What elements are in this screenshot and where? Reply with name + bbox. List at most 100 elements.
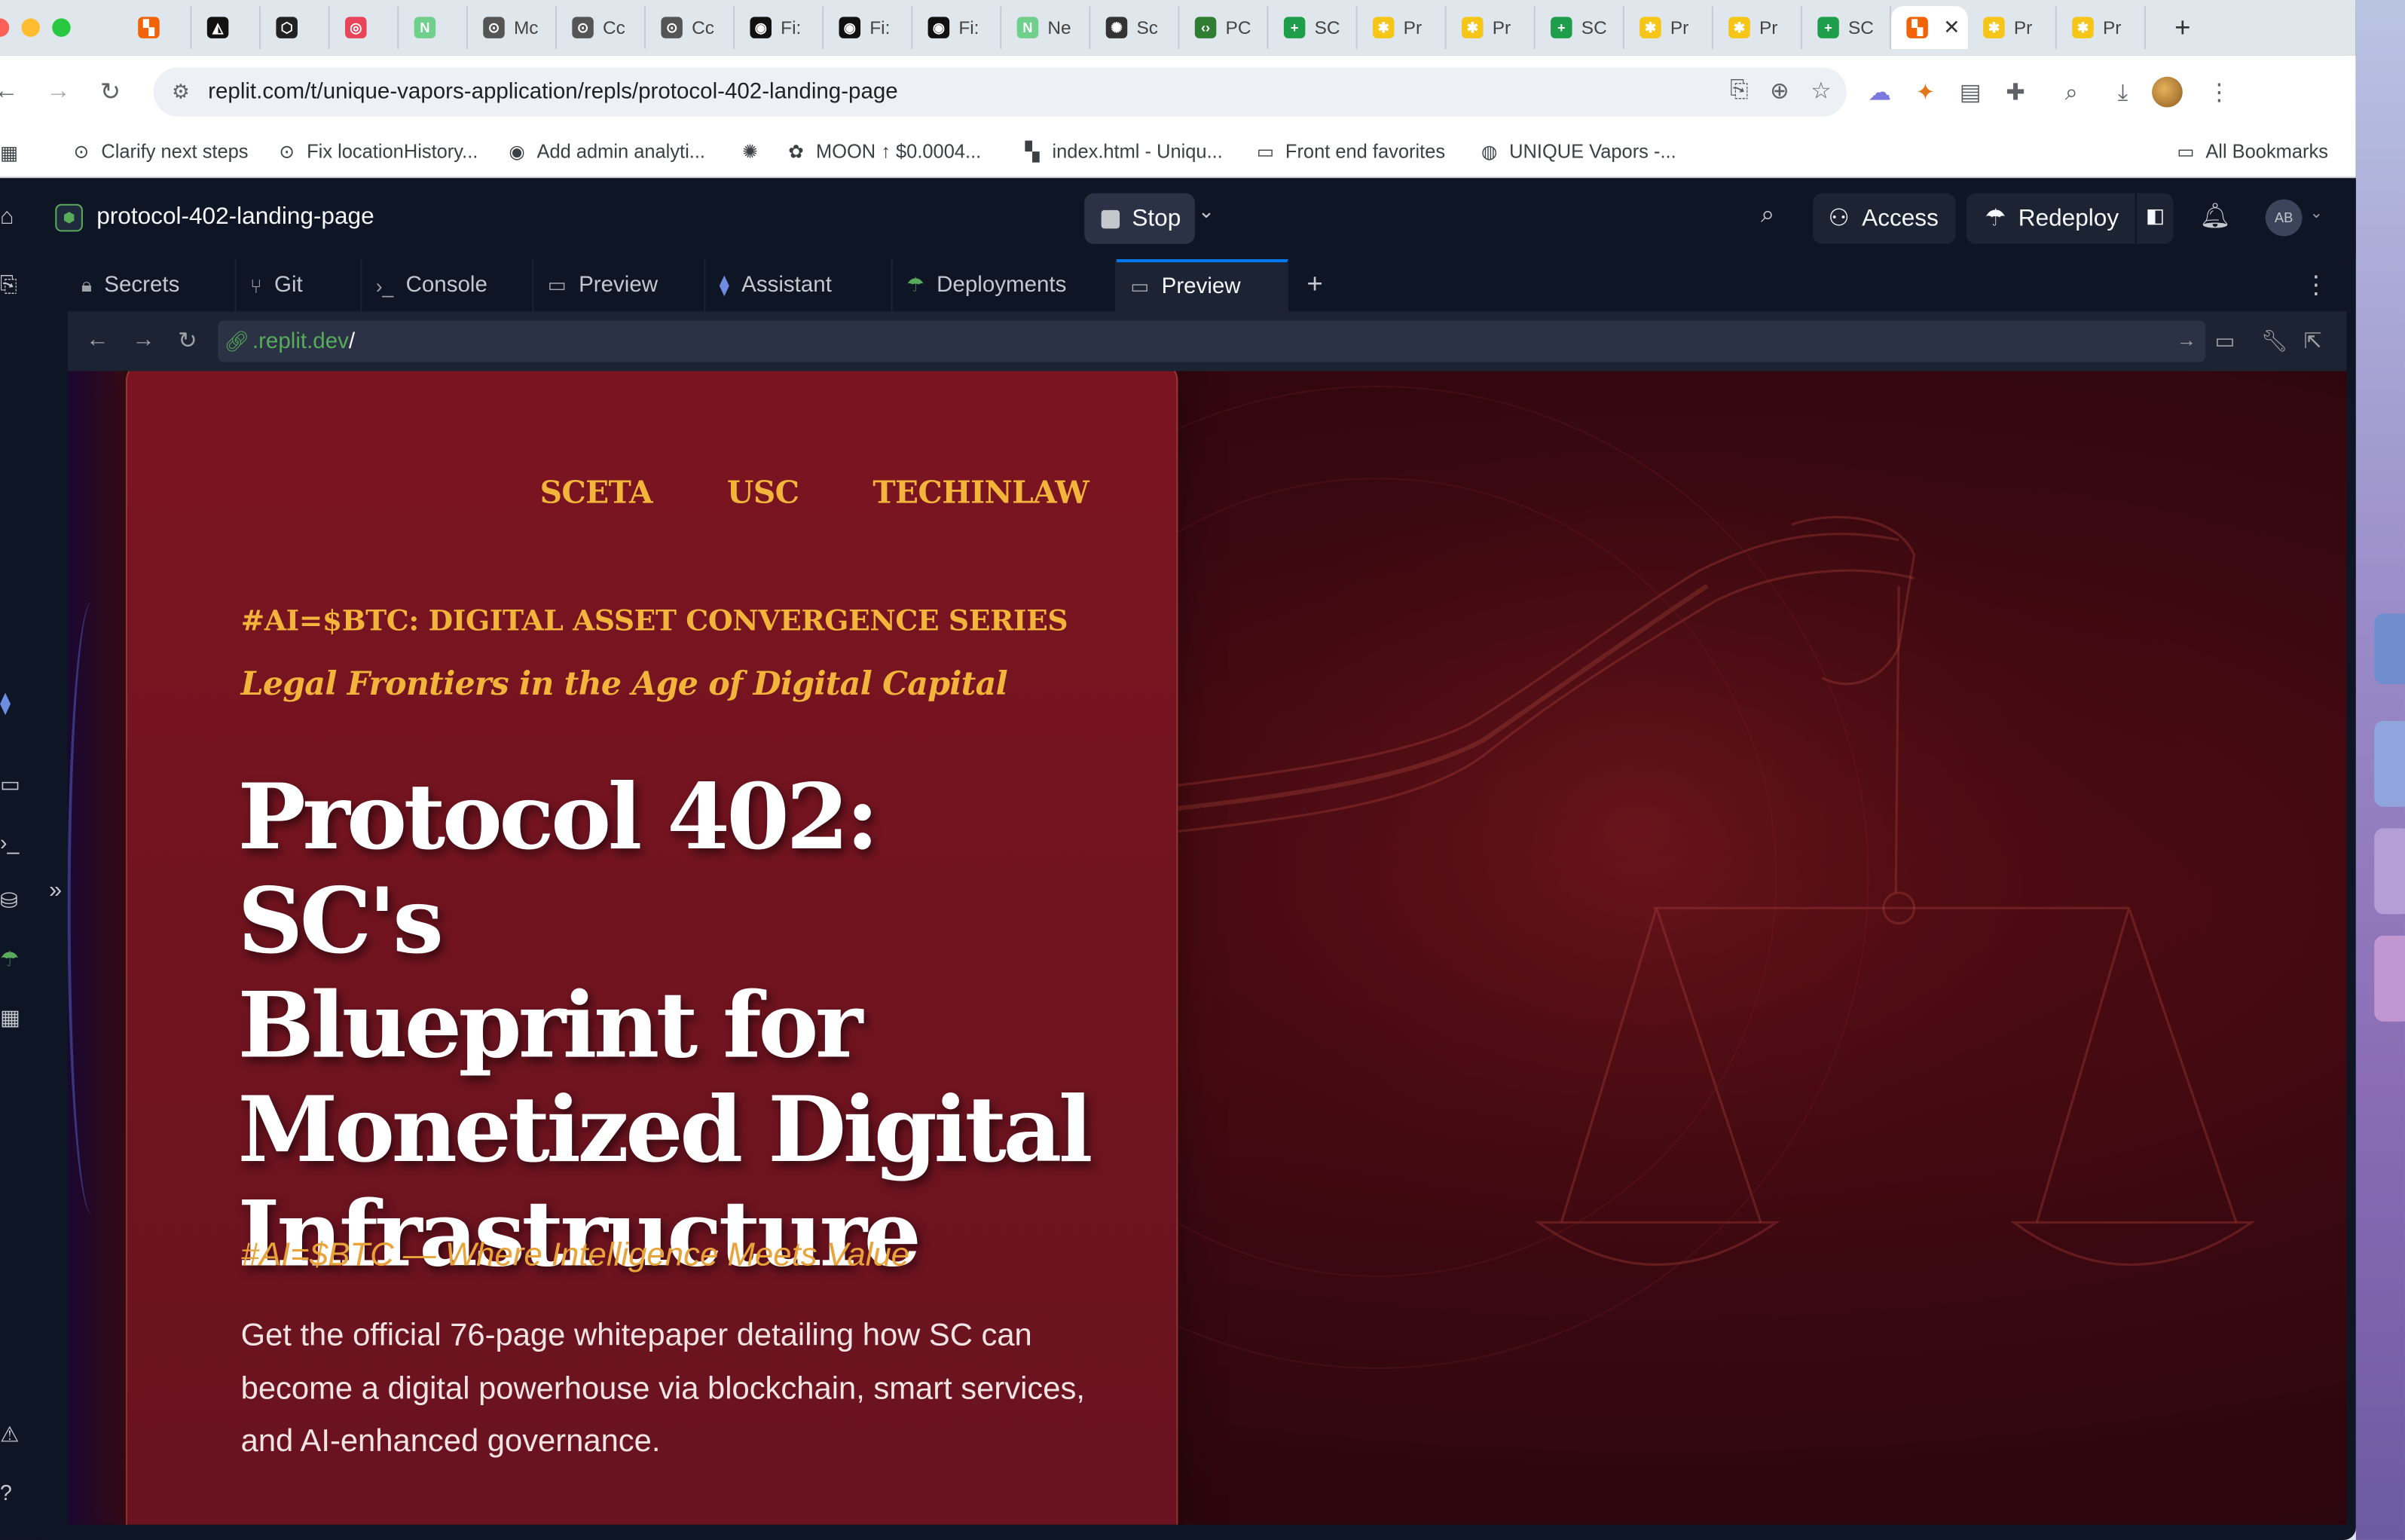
metamask-extension-icon[interactable]: ✦ — [1916, 78, 1936, 106]
workspace-tab-deployments[interactable]: ☂ Deployments — [893, 259, 1117, 312]
back-button[interactable]: ← — [0, 68, 31, 117]
profile-avatar[interactable] — [2152, 76, 2183, 108]
bookmark-item[interactable]: ⊙ Fix locationHistory... — [276, 141, 478, 163]
bookmark-item[interactable]: ▭ Front end favorites — [1254, 141, 1445, 163]
close-icon[interactable]: ✕ — [1943, 15, 1960, 40]
chevron-down-icon[interactable]: ⌄ — [2310, 206, 2323, 222]
browser-tab[interactable]: ⊙ Cc — [557, 6, 646, 50]
browser-tab[interactable]: N Ne — [1001, 6, 1091, 50]
expand-sidebar-icon[interactable]: » — [49, 877, 62, 903]
site-settings-icon[interactable]: ⚙ — [172, 80, 190, 105]
zoom-window-button[interactable] — [52, 18, 71, 37]
go-arrow-icon[interactable]: → — [2177, 328, 2196, 352]
nav-link-usc[interactable]: USC — [727, 474, 799, 511]
apps-grid-icon[interactable]: ▦ — [0, 141, 18, 164]
browser-tab[interactable]: ✱ Pr — [1447, 6, 1536, 50]
workspace-tab-preview[interactable]: ▭ Preview — [533, 259, 706, 312]
active-browser-tab[interactable]: ▚ ✕ — [1891, 6, 1968, 50]
preview-back-icon[interactable]: ← — [86, 327, 109, 353]
device-preview-icon[interactable]: ▭ — [2215, 328, 2235, 355]
user-avatar[interactable]: AB — [2265, 199, 2303, 237]
bookmark-star-icon[interactable]: ☆ — [1811, 77, 1831, 105]
home-icon[interactable]: ⌂ — [0, 204, 14, 231]
apps-grid-icon[interactable]: ▦ — [0, 1004, 20, 1031]
all-bookmarks-folder[interactable]: ▭ All Bookmarks — [2175, 141, 2328, 163]
browser-tab[interactable]: ◎ — [330, 6, 399, 50]
bookmark-item[interactable]: ▚ index.html - Uniqu... — [1022, 141, 1223, 163]
link-icon: 🔗︎ — [224, 328, 249, 353]
notifications-bell-icon[interactable]: 🔔︎ — [2199, 201, 2230, 232]
minimize-window-button[interactable] — [21, 18, 40, 37]
browser-tab[interactable]: + SC — [1269, 6, 1358, 50]
tab-favicon-icon: ✺ — [1105, 17, 1128, 38]
nav-link-sceta[interactable]: SCETA — [540, 474, 653, 511]
stop-button[interactable]: Stop — [1084, 193, 1195, 244]
preview-url-bar[interactable]: 🔗︎ .replit.dev / → — [218, 320, 2206, 362]
bookmark-item[interactable]: ✺ — [739, 141, 770, 163]
search-icon[interactable]: ⌕ — [1761, 203, 1774, 231]
tab-favicon-icon: + — [1283, 17, 1306, 38]
downloads-icon[interactable]: ⤓ — [2118, 79, 2128, 105]
browser-tab[interactable]: + SC — [1802, 6, 1892, 50]
browser-tab[interactable]: ⬡ — [261, 6, 330, 50]
browser-tab[interactable]: ✱ Pr — [1968, 6, 2057, 50]
preview-reload-icon[interactable]: ↻ — [178, 327, 197, 355]
bookmark-favicon-icon: ⊙ — [279, 141, 295, 163]
assistant-icon[interactable]: ⧫ — [0, 690, 11, 717]
preview-forward-icon[interactable]: → — [132, 327, 155, 353]
browser-menu-icon[interactable]: ⋮ — [2208, 78, 2231, 106]
browser-tab[interactable]: ▚ — [123, 6, 192, 50]
more-options-icon[interactable]: ⋮ — [2304, 270, 2329, 301]
browser-tab[interactable]: ✱ Pr — [1358, 6, 1447, 50]
forward-button[interactable]: → — [34, 68, 83, 117]
browser-tab[interactable]: ✺ Sc — [1090, 6, 1180, 50]
project-name[interactable]: protocol-402-landing-page — [96, 204, 374, 232]
devtools-wrench-icon[interactable]: 🔧︎ — [2261, 328, 2288, 355]
tab-search-icon[interactable]: ⌕ — [2065, 79, 2078, 105]
open-new-tab-icon[interactable]: ⇱ — [2304, 328, 2322, 355]
address-bar[interactable]: ⚙ replit.com/t/unique-vapors-application… — [153, 67, 1847, 117]
help-icon[interactable]: ⚠ — [0, 1422, 20, 1448]
browser-tab[interactable]: ⊙ Cc — [646, 6, 735, 50]
terminal-icon[interactable]: ›_ — [0, 830, 19, 854]
workspace-tab-git[interactable]: ⑂ Git — [236, 259, 362, 312]
nav-link-techinlaw[interactable]: TECHINLAW — [872, 474, 1089, 511]
question-icon[interactable]: ? — [0, 1480, 12, 1505]
redeploy-button[interactable]: ☂ Redeploy ◧ — [1966, 193, 2174, 244]
database-icon[interactable]: ⛁ — [0, 888, 18, 915]
browser-tab[interactable]: ✱ Pr — [2057, 6, 2146, 50]
install-app-icon[interactable]: ⎘ — [1730, 77, 1748, 105]
chevron-down-icon[interactable]: ⌄ — [1198, 200, 1215, 225]
extension-icon-1[interactable]: ☁ — [1868, 78, 1891, 106]
zoom-icon[interactable]: ⊕ — [1770, 77, 1789, 105]
deployment-status-icon[interactable]: ◧ — [2146, 204, 2165, 229]
add-tab-icon[interactable]: + — [1306, 268, 1322, 301]
browser-tab[interactable]: ✱ Pr — [1713, 6, 1802, 50]
browser-tab[interactable]: ◉ Fi: — [912, 6, 1002, 50]
monitor-icon[interactable]: ▭ — [0, 772, 20, 798]
browser-tab[interactable]: ✱ Pr — [1624, 6, 1713, 50]
close-window-button[interactable] — [0, 18, 10, 37]
new-tab-button[interactable]: + — [2161, 6, 2204, 49]
browser-tab[interactable]: ◭ — [191, 6, 261, 50]
workspace-tab-console[interactable]: ›_ Console — [362, 259, 534, 312]
bookmark-item[interactable]: ⊙ Clarify next steps — [71, 141, 249, 163]
bookmark-item[interactable]: ◉ Add admin analyti... — [506, 141, 705, 163]
browser-tab[interactable]: ◉ Fi: — [824, 6, 913, 50]
browser-tab[interactable]: N — [399, 6, 468, 50]
workspace-tab-assistant[interactable]: ⧫ Assistant — [705, 259, 893, 312]
reload-button[interactable]: ↻ — [86, 68, 135, 117]
bookmark-item[interactable]: ✿ MOON ↑ $0.0004... — [785, 141, 981, 163]
browser-tab[interactable]: + SC — [1536, 6, 1624, 50]
extensions-puzzle-icon[interactable]: ✚ — [2006, 78, 2025, 106]
browser-tab[interactable]: ◉ Fi: — [735, 6, 824, 50]
browser-tab[interactable]: ‹› PC — [1179, 6, 1269, 50]
bookmark-item[interactable]: ◍ UNIQUE Vapors -... — [1478, 141, 1676, 163]
workspace-tab-secrets[interactable]: 🔒︎ Secrets — [68, 259, 237, 312]
access-button[interactable]: ⚇ Access — [1813, 193, 1956, 244]
browser-tab[interactable]: ⊙ Mc — [468, 6, 557, 50]
workspace-tab-preview[interactable]: ▭ Preview — [1116, 259, 1288, 312]
deploy-icon[interactable]: ☂ — [0, 946, 20, 973]
files-icon[interactable]: ⎘ — [0, 271, 17, 298]
extension-icon-3[interactable]: ▤ — [1960, 78, 1982, 106]
